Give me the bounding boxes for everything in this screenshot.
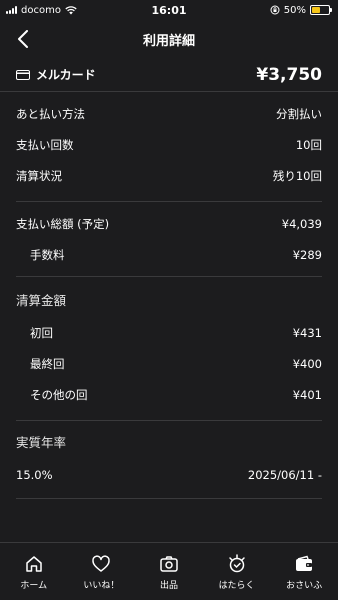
tab-likes-label: いいね！ — [83, 581, 120, 591]
settlement-status-row: 清算状況 残り10回 — [16, 160, 322, 191]
tab-likes[interactable]: いいね！ — [71, 553, 131, 591]
payment-method-label: あと払い方法 — [16, 106, 85, 121]
tab-home[interactable]: ホーム — [4, 553, 64, 591]
tab-wallet[interactable]: おさいふ — [274, 553, 334, 591]
other-payment-label: その他の回 — [30, 387, 88, 402]
total-row: 支払い総額 (予定) ¥4,039 — [16, 208, 322, 239]
fee-label: 手数料 — [30, 247, 65, 262]
status-left: docomo — [6, 5, 77, 16]
tab-home-label: ホーム — [20, 581, 48, 591]
chevron-left-icon — [18, 30, 28, 48]
tab-wallet-label: おさいふ — [286, 581, 323, 591]
nav-bar: 利用詳細 — [0, 20, 338, 58]
settlement-status-value: 残り10回 — [272, 168, 322, 183]
wallet-icon — [293, 553, 315, 575]
home-icon — [23, 553, 45, 575]
battery-icon — [310, 5, 332, 15]
card-icon — [16, 69, 30, 80]
last-payment-value: ¥400 — [292, 356, 322, 371]
payment-count-value: 10回 — [295, 137, 322, 152]
tab-work-label: はたらく — [218, 581, 255, 591]
camera-icon — [158, 553, 180, 575]
tab-sell-label: 出品 — [159, 581, 178, 591]
battery-fill — [312, 7, 320, 13]
status-right: 50% — [270, 4, 332, 16]
other-payment-row: その他の回 ¥401 — [16, 379, 322, 410]
last-payment-row: 最終回 ¥400 — [16, 348, 322, 379]
carrier-label: docomo — [21, 4, 61, 16]
payment-method-value: 分割払い — [276, 106, 322, 121]
card-label: メルカード — [36, 68, 96, 82]
totals-section: 支払い総額 (予定) ¥4,039 手数料 ¥289 — [16, 202, 322, 277]
total-value: ¥4,039 — [281, 216, 322, 231]
heart-icon — [90, 553, 112, 575]
total-label: 支払い総額 (予定) — [16, 216, 110, 231]
apr-section: 実質年率 15.0% 2025/06/11 - — [16, 421, 322, 499]
payment-count-label: 支払い回数 — [16, 137, 74, 152]
apr-date: 2025/06/11 - — [247, 467, 322, 482]
settlement-heading: 清算金額 — [16, 292, 67, 308]
first-payment-value: ¥431 — [292, 325, 322, 340]
first-payment-label: 初回 — [30, 325, 53, 340]
fee-value: ¥289 — [292, 247, 322, 262]
payment-section: あと払い方法 分割払い 支払い回数 10回 清算状況 残り10回 — [16, 92, 322, 202]
signal-icon — [6, 6, 17, 14]
tab-bar: ホーム いいね！ 出品 はたらく おさいふ — [0, 542, 338, 600]
other-payment-value: ¥401 — [292, 387, 322, 402]
first-payment-row: 初回 ¥431 — [16, 317, 322, 348]
settlement-status-label: 清算状況 — [16, 168, 62, 183]
detail-content: メルカード ¥3,750 あと払い方法 分割払い 支払い回数 10回 清算状況 … — [0, 58, 338, 499]
apr-row: 15.0% 2025/06/11 - — [16, 459, 322, 490]
apr-rate: 15.0% — [16, 467, 53, 482]
orientation-lock-icon — [270, 5, 280, 15]
wifi-icon — [65, 5, 77, 14]
card-summary: メルカード ¥3,750 — [0, 58, 338, 92]
status-bar: docomo 16:01 50% — [0, 0, 338, 20]
page-title: 利用詳細 — [142, 33, 195, 49]
work-icon — [226, 553, 248, 575]
card-amount: ¥3,750 — [256, 64, 322, 85]
payment-method-row: あと払い方法 分割払い — [16, 98, 322, 129]
apr-heading: 実質年率 — [16, 434, 67, 450]
payment-count-row: 支払い回数 10回 — [16, 129, 322, 160]
last-payment-label: 最終回 — [30, 356, 65, 371]
battery-percent: 50% — [283, 4, 306, 16]
card-label-group: メルカード — [16, 66, 96, 83]
back-button[interactable] — [10, 26, 36, 52]
tab-sell[interactable]: 出品 — [139, 553, 199, 591]
tab-work[interactable]: はたらく — [207, 553, 267, 591]
fee-row: 手数料 ¥289 — [16, 239, 322, 270]
settlement-section: 清算金額 初回 ¥431 最終回 ¥400 その他の回 ¥401 — [16, 277, 322, 421]
